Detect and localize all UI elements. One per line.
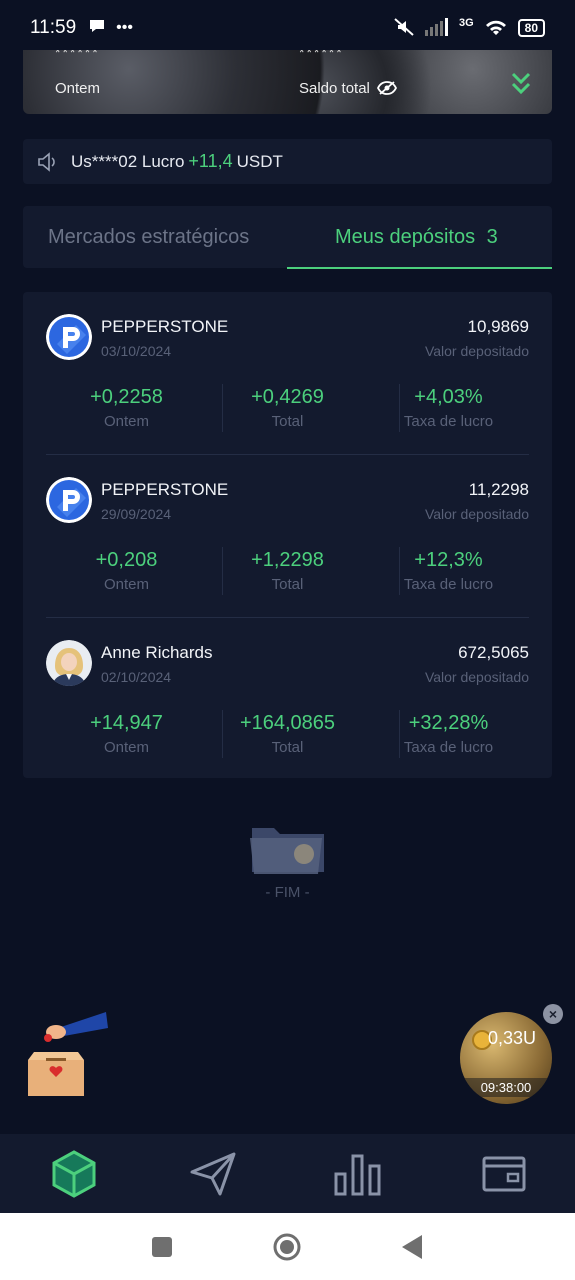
reward-timer: 09:38:00 — [460, 1078, 552, 1097]
stat-yesterday: +14,947 Ontem — [46, 712, 207, 756]
deposit-date: 29/09/2024 — [101, 506, 172, 522]
stat-yesterday-value: +14,947 — [90, 712, 163, 734]
stat-total-value: +0,4269 — [251, 386, 324, 408]
ticker-amount: +11,4 — [188, 151, 233, 171]
stat-rate: +32,28% Taxa de lucro — [368, 712, 529, 756]
stat-rate-value: +4,03% — [414, 386, 483, 408]
deposit-date: 03/10/2024 — [101, 343, 172, 359]
nav-home-cube-icon[interactable] — [48, 1148, 100, 1200]
tab-my-deposits[interactable]: Meus depósitos 3 — [335, 226, 498, 249]
battery-icon: 80 — [517, 19, 545, 37]
tab-my-deposits-count: 3 — [486, 226, 498, 248]
deposit-amount-label: Valor depositado — [424, 506, 529, 522]
stat-total: +164,0865 Total — [207, 712, 368, 756]
stat-total-label: Total — [271, 739, 304, 756]
balance-banner: ****** ****** Ontem Saldo total — [23, 50, 552, 114]
eye-off-icon[interactable] — [376, 81, 398, 95]
back-icon[interactable] — [402, 1235, 424, 1264]
tab-bar: Mercados estratégicos Meus depósitos 3 — [23, 206, 552, 269]
stat-total: +0,4269 Total — [207, 386, 368, 430]
stat-yesterday: +0,208 Ontem — [46, 549, 207, 593]
deposit-amount: 11,2298 — [468, 480, 529, 499]
tab-my-deposits-label: Meus depósitos — [335, 226, 476, 248]
stat-total-label: Total — [271, 576, 304, 593]
status-bar: 11:59 ••• 3G 80 — [0, 0, 575, 56]
ticker-user: Us****02 Lucro — [71, 151, 185, 171]
nav-send-icon[interactable] — [188, 1148, 240, 1200]
ticker-currency: USDT — [236, 151, 283, 171]
speaker-icon — [37, 151, 59, 172]
stat-yesterday-value: +0,2258 — [90, 386, 163, 408]
stat-yesterday-value: +0,208 — [95, 549, 158, 571]
system-navigation-bar — [0, 1213, 575, 1280]
deposits-list: PEPPERSTONE 03/10/2024 10,9869 Valor dep… — [23, 292, 552, 778]
empty-folder-icon — [248, 820, 328, 876]
stat-yesterday: +0,2258 Ontem — [46, 386, 207, 430]
deposit-amount-label: Valor depositado — [424, 669, 529, 685]
person-avatar-icon — [46, 640, 92, 686]
wifi-icon — [484, 18, 508, 39]
total-balance-label: Saldo total — [299, 80, 370, 97]
stat-total: +1,2298 Total — [207, 549, 368, 593]
reward-timer-widget[interactable]: 0,33U 09:38:00 — [460, 1012, 552, 1104]
nav-wallet-icon[interactable] — [478, 1148, 530, 1200]
message-icon — [88, 18, 106, 39]
pepperstone-logo-icon — [46, 477, 92, 523]
end-of-list-text: - FIM - — [265, 884, 310, 901]
deposit-name: PEPPERSTONE — [101, 317, 229, 336]
stat-yesterday-label: Ontem — [103, 576, 149, 593]
masked-yesterday-value: ****** — [55, 50, 100, 60]
stat-rate-value: +32,28% — [408, 712, 489, 734]
status-time: 11:59 — [30, 17, 77, 38]
deposit-item[interactable]: Anne Richards 02/10/2024 672,5065 Valor … — [46, 618, 529, 781]
deposit-name: Anne Richards — [101, 643, 213, 662]
deposit-amount: 672,5065 — [458, 643, 529, 662]
stat-rate-value: +12,3% — [414, 549, 483, 571]
pepperstone-logo-icon — [46, 314, 92, 360]
bottom-navigation — [0, 1134, 575, 1214]
stat-total-value: +1,2298 — [251, 549, 324, 571]
stat-total-value: +164,0865 — [239, 712, 336, 734]
home-icon[interactable] — [273, 1233, 301, 1266]
nav-chart-icon[interactable] — [332, 1148, 384, 1200]
more-icon: ••• — [116, 19, 133, 36]
deposit-amount: 10,9869 — [467, 317, 529, 336]
stat-yesterday-label: Ontem — [103, 739, 149, 756]
close-icon[interactable]: × — [543, 1004, 563, 1024]
stat-rate-label: Taxa de lucro — [403, 739, 494, 756]
stat-rate: +4,03% Taxa de lucro — [368, 386, 529, 430]
deposit-name: PEPPERSTONE — [101, 480, 229, 499]
deposit-amount-label: Valor depositado — [424, 343, 529, 359]
deposit-item[interactable]: PEPPERSTONE 03/10/2024 10,9869 Valor dep… — [46, 292, 529, 455]
recent-apps-icon[interactable] — [152, 1237, 172, 1262]
expand-chevron-icon[interactable] — [511, 72, 531, 96]
active-tab-indicator — [287, 267, 552, 269]
stat-rate-label: Taxa de lucro — [403, 413, 494, 430]
deposit-item[interactable]: PEPPERSTONE 29/09/2024 11,2298 Valor dep… — [46, 455, 529, 618]
stat-yesterday-label: Ontem — [103, 413, 149, 430]
profit-ticker: Us****02 Lucro +11,4 USDT — [23, 139, 552, 184]
masked-total-value: ****** — [299, 50, 344, 60]
network-type: 3G — [458, 17, 474, 29]
mute-icon — [393, 17, 415, 40]
donation-box-icon[interactable] — [24, 1006, 110, 1098]
yesterday-label: Ontem — [55, 80, 101, 97]
stat-rate-label: Taxa de lucro — [403, 576, 494, 593]
signal-icon — [424, 17, 449, 39]
deposit-date: 02/10/2024 — [101, 669, 172, 685]
stat-rate: +12,3% Taxa de lucro — [368, 549, 529, 593]
reward-amount: 0,33U — [487, 1028, 537, 1048]
tab-strategic-markets[interactable]: Mercados estratégicos — [48, 226, 249, 249]
stat-total-label: Total — [271, 413, 304, 430]
